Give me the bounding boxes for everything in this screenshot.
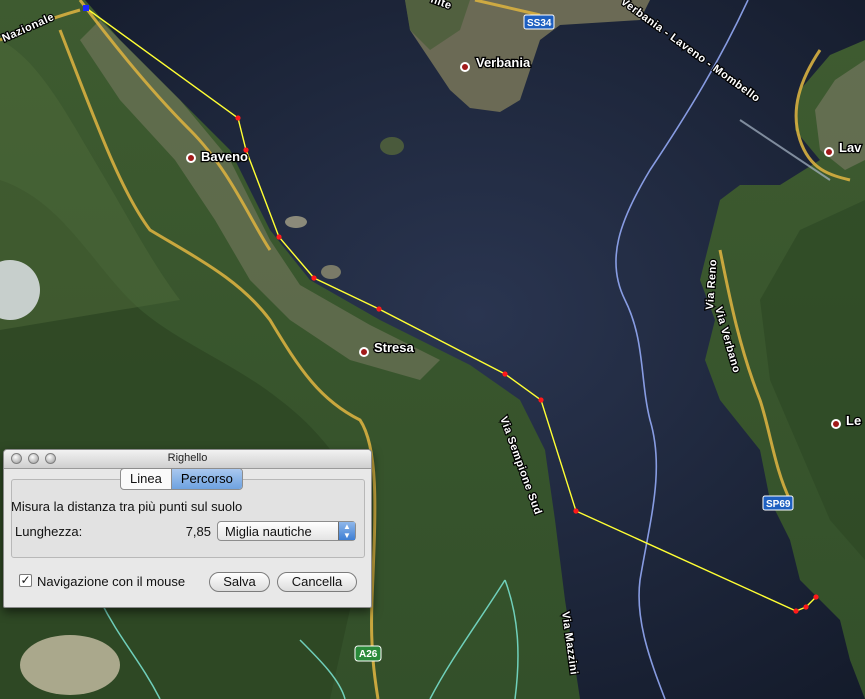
measure-point[interactable]: [573, 508, 579, 514]
ruler-panel: [11, 479, 365, 558]
svg-text:SS34: SS34: [527, 18, 552, 29]
tab-linea[interactable]: Linea: [121, 469, 171, 489]
measure-point[interactable]: [502, 371, 508, 377]
island: [285, 216, 307, 228]
length-label: Lunghezza:: [15, 524, 83, 539]
ruler-description: Misura la distanza tra più punti sul suo…: [11, 499, 243, 514]
unit-select[interactable]: Miglia nautiche ▲ ▼: [217, 521, 356, 541]
quarry: [20, 635, 120, 695]
svg-text:SP69: SP69: [766, 499, 791, 510]
shield-sp69: SP69: [762, 495, 794, 511]
ruler-title: Righello: [167, 452, 208, 464]
measure-point[interactable]: [538, 397, 544, 403]
save-button[interactable]: Salva: [209, 572, 270, 592]
shield-a26: A26: [354, 645, 382, 662]
mouse-nav-checkbox[interactable]: ✓: [19, 574, 32, 587]
shield-ss34: SS34: [523, 14, 555, 30]
measure-point[interactable]: [376, 306, 382, 312]
length-value: 7,85: [185, 524, 211, 539]
unit-select-value: Miglia nautiche: [225, 524, 312, 539]
mouse-nav-label: Navigazione con il mouse: [37, 574, 186, 589]
ruler-window: Righello Linea Percorso Misura la distan…: [3, 449, 372, 608]
island: [321, 265, 341, 279]
place-label-le: Le: [846, 413, 861, 428]
measure-point[interactable]: [311, 275, 317, 281]
measure-point[interactable]: [803, 604, 809, 610]
ruler-titlebar[interactable]: Righello: [4, 450, 371, 469]
measure-start-point[interactable]: [83, 5, 89, 11]
ruler-tabs: Linea Percorso: [120, 468, 243, 490]
measure-point[interactable]: [235, 115, 241, 121]
select-arrows-icon: ▲ ▼: [338, 522, 355, 540]
place-label-stresa: Stresa: [374, 340, 415, 355]
svg-text:A26: A26: [359, 649, 378, 660]
measure-point[interactable]: [276, 234, 282, 240]
place-label-verbania: Verbania: [476, 55, 531, 70]
measure-point[interactable]: [793, 608, 799, 614]
island: [380, 137, 404, 155]
measure-point[interactable]: [813, 594, 819, 600]
tab-percorso[interactable]: Percorso: [170, 469, 242, 489]
place-label-baveno: Baveno: [201, 149, 248, 164]
cancel-button[interactable]: Cancella: [277, 572, 357, 592]
place-label-laveno: Lav: [839, 140, 862, 155]
